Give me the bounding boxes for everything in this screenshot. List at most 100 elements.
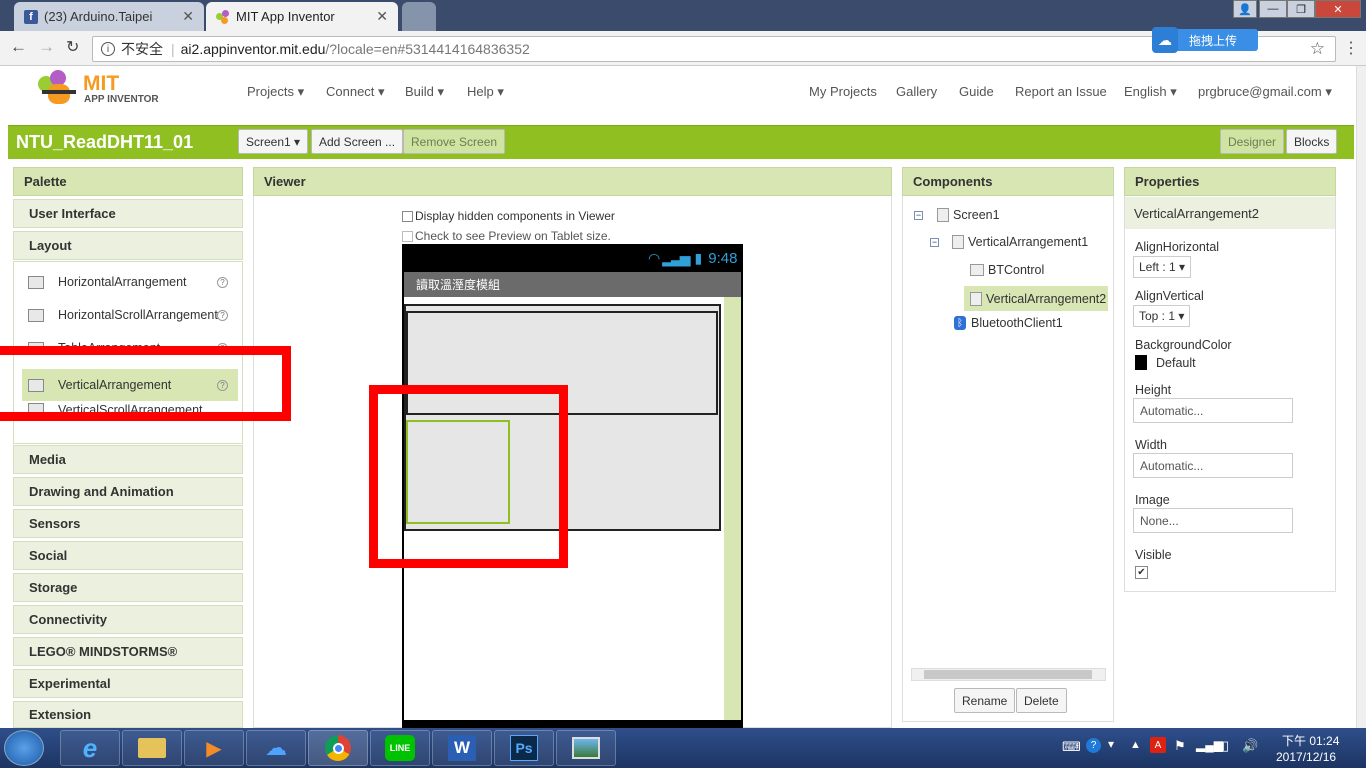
link-my-projects[interactable]: My Projects — [809, 84, 877, 99]
info-icon[interactable]: i — [101, 42, 115, 56]
palette-category-layout[interactable]: Layout — [13, 231, 243, 260]
help-tray-icon[interactable]: ? — [1086, 738, 1101, 753]
tray-dropdown-icon[interactable]: ▾ — [1108, 737, 1114, 751]
chrome-icon[interactable] — [308, 730, 368, 766]
tablet-preview-checkbox[interactable] — [402, 230, 413, 242]
tree-vertical-arrangement1[interactable]: − VerticalArrangement1 — [930, 235, 1088, 249]
menu-build[interactable]: Build ▾ — [405, 84, 444, 100]
ie-icon[interactable]: e — [60, 730, 120, 766]
windows-start-icon[interactable] — [4, 730, 44, 766]
forward-icon[interactable]: → — [38, 37, 55, 57]
visible-checkbox[interactable]: ✔ — [1135, 566, 1148, 579]
components-header: Components — [902, 167, 1114, 196]
tree-bluetooth-client1[interactable]: ᛒ BluetoothClient1 — [954, 316, 1063, 330]
tab-title: (23) Arduino.Taipei — [44, 9, 153, 24]
cloud-upload-button[interactable]: ☁ 拖拽上传 — [1152, 27, 1258, 53]
align-horizontal-select[interactable]: Left : 1 ▾ — [1133, 256, 1192, 278]
minimize-icon[interactable]: — — [1259, 0, 1287, 18]
menu-icon[interactable]: ⋮ — [1343, 38, 1359, 58]
tree-screen1[interactable]: − Screen1 — [914, 208, 1000, 222]
link-gallery[interactable]: Gallery — [896, 84, 937, 99]
palette-category-user-interface[interactable]: User Interface — [13, 199, 243, 228]
menu-connect[interactable]: Connect ▾ — [326, 84, 385, 100]
back-icon[interactable]: ← — [10, 37, 27, 57]
rename-button[interactable]: Rename — [954, 688, 1016, 713]
link-report-issue[interactable]: Report an Issue — [1015, 84, 1107, 99]
highlight-box-viewer — [369, 385, 568, 568]
user-icon[interactable]: 👤 — [1233, 0, 1257, 18]
components-hscrollbar[interactable] — [911, 668, 1106, 681]
palette-category-experimental[interactable]: Experimental — [13, 669, 243, 698]
collapse-icon[interactable]: − — [930, 237, 939, 247]
scroll-thumb[interactable] — [924, 670, 1092, 679]
url-path: /?locale=en#5314414164836352 — [325, 41, 530, 57]
palette-item-horizontal-scroll-arrangement[interactable]: HorizontalScrollArrangement ? — [22, 300, 238, 330]
display-hidden-checkbox-row[interactable]: Display hidden components in Viewer — [402, 209, 615, 223]
link-guide[interactable]: Guide — [959, 84, 994, 99]
menu-help[interactable]: Help ▾ — [467, 84, 504, 100]
explorer-icon[interactable] — [122, 730, 182, 766]
network-icon[interactable]: ▂▄▆ — [1196, 738, 1223, 752]
new-tab-button[interactable] — [402, 2, 436, 31]
palette-category-storage[interactable]: Storage — [13, 573, 243, 602]
bluetooth-icon: ᛒ — [954, 316, 966, 330]
delete-button[interactable]: Delete — [1016, 688, 1067, 713]
tree-vertical-arrangement2[interactable]: VerticalArrangement2 — [964, 286, 1108, 311]
menu-projects[interactable]: Projects ▾ — [247, 84, 304, 100]
display-hidden-checkbox[interactable] — [402, 210, 413, 222]
baidu-cloud-icon[interactable]: ☁ — [246, 730, 306, 766]
keyboard-icon[interactable]: ⌨ — [1062, 739, 1081, 755]
close-icon[interactable]: ✕ — [182, 8, 194, 25]
clock-date[interactable]: 2017/12/16 — [1276, 750, 1336, 764]
width-input[interactable]: Automatic... — [1133, 453, 1293, 478]
tree-btcontrol[interactable]: BTControl — [970, 263, 1044, 277]
appinventor-logo-icon[interactable] — [36, 70, 80, 110]
volume-icon[interactable]: 🔊 — [1242, 738, 1258, 754]
add-screen-button[interactable]: Add Screen ... — [311, 129, 404, 154]
account-menu[interactable]: prgbruce@gmail.com ▾ — [1198, 84, 1332, 100]
line-icon[interactable]: LINE — [370, 730, 430, 766]
page-scrollbar[interactable] — [1356, 66, 1366, 728]
image-input[interactable]: None... — [1133, 508, 1293, 533]
url-field[interactable]: i 不安全 | ai2.appinventor.mit.edu /?locale… — [92, 36, 1336, 62]
word-icon[interactable]: W — [432, 730, 492, 766]
tablet-preview-label: Check to see Preview on Tablet size. — [415, 229, 611, 243]
palette-category-sensors[interactable]: Sensors — [13, 509, 243, 538]
palette-item-horizontal-arrangement[interactable]: HorizontalArrangement ? — [22, 267, 238, 297]
bookmark-star-icon[interactable]: ☆ — [1310, 39, 1325, 59]
height-input[interactable]: Automatic... — [1133, 398, 1293, 423]
blocks-button[interactable]: Blocks — [1286, 129, 1338, 154]
battery-tray-icon[interactable]: ▯ — [1222, 738, 1229, 754]
show-hidden-icons-icon[interactable]: ▲ — [1130, 739, 1141, 751]
vertical-arrangement-icon — [952, 235, 964, 249]
clock-time[interactable]: 下午 01:24 — [1282, 732, 1339, 749]
photoshop-icon[interactable]: Ps — [494, 730, 554, 766]
palette-category-extension[interactable]: Extension — [13, 701, 243, 728]
palette-category-media[interactable]: Media — [13, 445, 243, 474]
palette-category-drawing-animation[interactable]: Drawing and Animation — [13, 477, 243, 506]
remove-screen-button[interactable]: Remove Screen — [403, 129, 506, 154]
align-vertical-select[interactable]: Top : 1 ▾ — [1133, 305, 1191, 327]
palette-category-connectivity[interactable]: Connectivity — [13, 605, 243, 634]
screen-select[interactable]: Screen1 ▾ — [238, 129, 309, 154]
palette-category-lego[interactable]: LEGO® MINDSTORMS® — [13, 637, 243, 666]
close-icon[interactable]: ✕ — [376, 8, 388, 25]
help-icon[interactable]: ? — [217, 276, 228, 288]
help-icon[interactable]: ? — [217, 309, 228, 321]
maximize-icon[interactable]: ❐ — [1287, 0, 1315, 18]
designer-button[interactable]: Designer — [1220, 129, 1285, 154]
flag-icon[interactable]: ⚑ — [1174, 738, 1186, 754]
browser-tab-facebook[interactable]: f (23) Arduino.Taipei ✕ — [14, 2, 204, 31]
security-tray-icon[interactable]: A — [1150, 737, 1166, 753]
tablet-preview-checkbox-row[interactable]: Check to see Preview on Tablet size. — [402, 229, 611, 243]
window-close-icon[interactable]: ✕ — [1315, 0, 1361, 18]
facebook-icon: f — [24, 9, 38, 24]
collapse-icon[interactable]: − — [914, 210, 923, 220]
image-viewer-icon[interactable] — [556, 730, 616, 766]
palette-category-social[interactable]: Social — [13, 541, 243, 570]
reload-icon[interactable]: ↻ — [66, 37, 79, 57]
background-color-picker[interactable]: Default — [1135, 355, 1196, 370]
browser-tab-appinventor[interactable]: MIT App Inventor ✕ — [206, 2, 398, 31]
media-icon[interactable]: ▶ — [184, 730, 244, 766]
language-menu[interactable]: English ▾ — [1124, 84, 1177, 100]
